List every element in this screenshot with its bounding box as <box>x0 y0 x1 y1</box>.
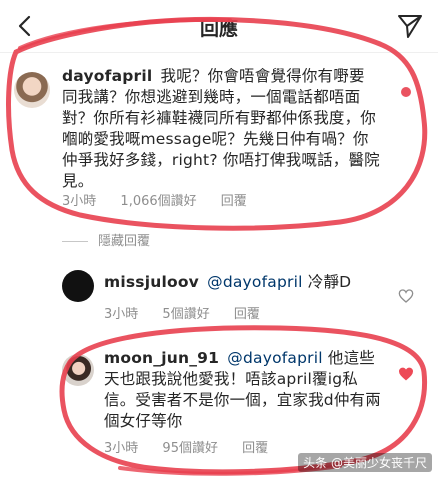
comment-likes[interactable]: 5個讚好 <box>162 307 209 322</box>
comments-screen: 回應 dayofapril 我呢？你會唔會覺得你有嘢要同我講？你想逃避到幾時，一… <box>0 0 438 478</box>
reply-button[interactable]: 回覆 <box>234 307 260 322</box>
reply-button[interactable]: 回覆 <box>221 194 247 209</box>
heart-icon[interactable] <box>398 366 414 382</box>
hide-replies-label: 隱藏回覆 <box>98 234 151 249</box>
hide-replies-button[interactable]: 隱藏回覆 <box>62 230 150 249</box>
comment-meta: 3小時 1,066個讚好 回覆 <box>62 190 267 209</box>
comment-mention[interactable]: @dayofapril <box>227 349 322 367</box>
comment-meta: 3小時 5個讚好 回覆 <box>104 303 280 322</box>
divider <box>62 241 88 242</box>
heart-icon[interactable] <box>398 288 414 304</box>
comment-mention[interactable]: @dayofapril <box>207 273 302 291</box>
comment-username[interactable]: dayofapril <box>62 67 152 85</box>
comment-likes[interactable]: 95個讚好 <box>162 441 218 456</box>
comment-meta: 3小時 95個讚好 回覆 <box>104 437 288 456</box>
comment-time: 3小時 <box>62 194 97 209</box>
comment-username[interactable]: moon_jun_91 <box>104 349 219 367</box>
comment-username[interactable]: missjuloov <box>104 273 199 291</box>
page-title: 回應 <box>199 18 238 40</box>
comment-time: 3小時 <box>104 441 139 456</box>
comment-time: 3小時 <box>104 307 139 322</box>
comment-text: dayofapril 我呢？你會唔會覺得你有嘢要同我講？你想逃避到幾時，一個電話… <box>62 66 380 192</box>
comment-text: moon_jun_91 @dayofapril 他這些天也跟我說他愛我！唔該ap… <box>104 348 384 432</box>
header-bar: 回應 <box>0 0 438 53</box>
reply-button[interactable]: 回覆 <box>242 441 268 456</box>
paper-plane-icon <box>398 15 422 38</box>
avatar[interactable] <box>62 270 94 302</box>
comment-content: 我呢？你會唔會覺得你有嘢要同我講？你想逃避到幾時，一個電話都唔面對？你所有衫褲鞋… <box>62 67 380 190</box>
avatar[interactable] <box>62 354 94 386</box>
share-button[interactable] <box>396 12 424 40</box>
comment-content: 冷靜D <box>307 273 352 291</box>
watermark: 头条 @美丽少女丧千尺 <box>298 453 432 472</box>
comment-likes[interactable]: 1,066個讚好 <box>120 194 196 209</box>
avatar[interactable] <box>14 72 50 108</box>
comment-text: missjuloov @dayofapril 冷靜D <box>104 272 394 293</box>
